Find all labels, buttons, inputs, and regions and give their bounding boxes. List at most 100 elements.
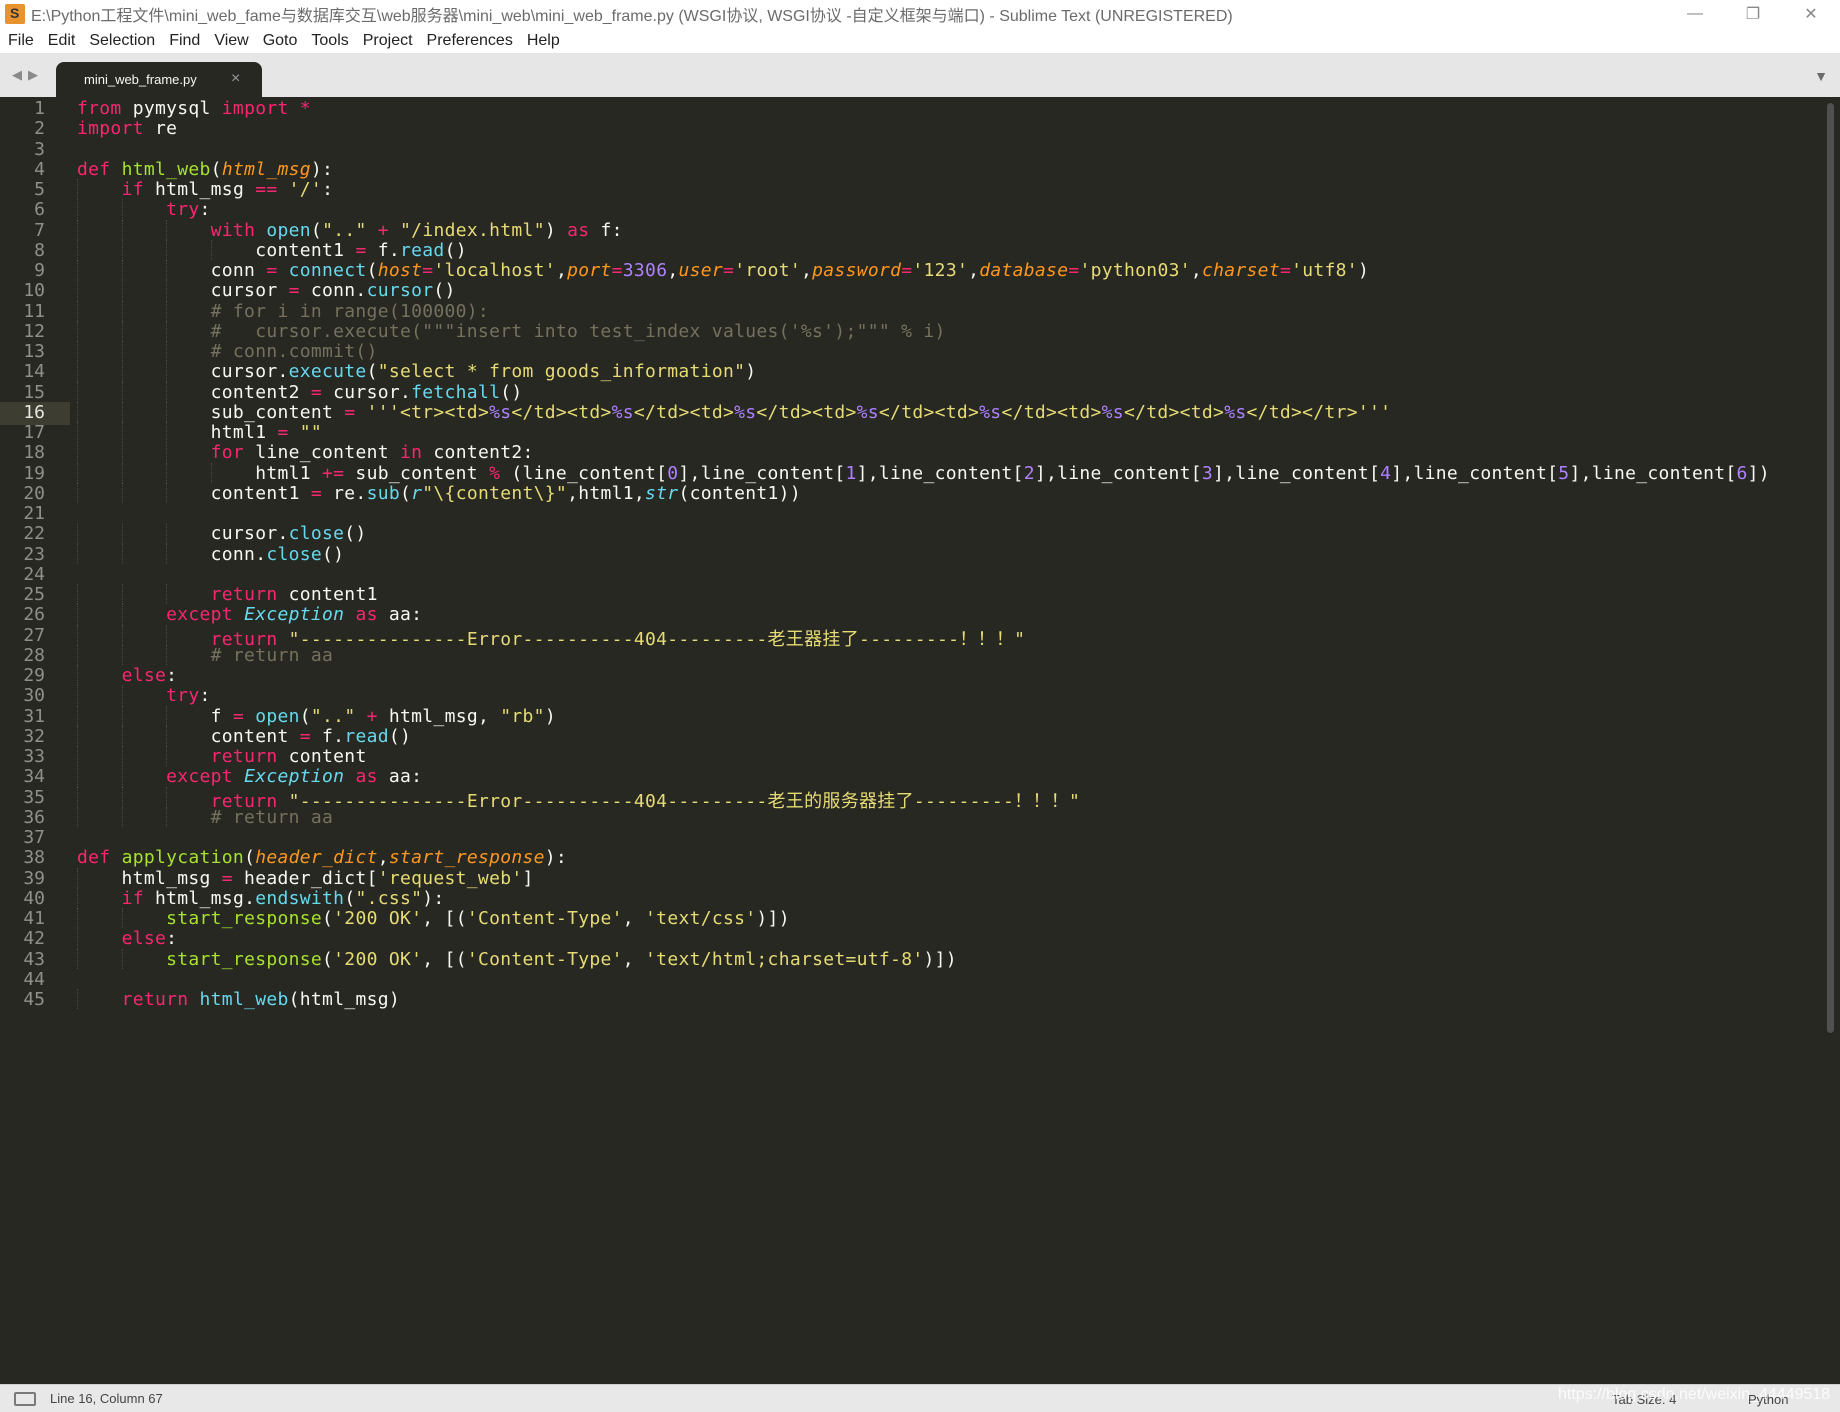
code-line[interactable]: try: (77, 685, 211, 706)
line-number: 23 (23, 543, 45, 565)
line-number: 12 (23, 320, 45, 342)
code-line[interactable]: if html_msg == '/': (77, 179, 333, 200)
line-number: 2 (34, 118, 45, 140)
minimize-button[interactable]: — (1666, 0, 1724, 28)
console-toggle-icon[interactable] (14, 1392, 36, 1406)
code-line[interactable]: # cursor.execute("""insert into test_ind… (77, 321, 946, 342)
line-number: 8 (34, 239, 45, 261)
code-line[interactable]: with open(".." + "/index.html") as f: (77, 220, 623, 241)
code-line[interactable]: cursor = conn.cursor() (77, 280, 456, 301)
code-line[interactable]: start_response('200 OK', [('Content-Type… (77, 949, 957, 970)
line-number: 32 (23, 725, 45, 747)
tab-mini-web-frame[interactable]: mini_web_frame.py × (56, 62, 262, 97)
menu-view[interactable]: View (207, 28, 255, 54)
tab-bar: ◀ ▶ mini_web_frame.py × ▼ (0, 54, 1840, 97)
menu-preferences[interactable]: Preferences (420, 28, 520, 54)
code-line[interactable]: except Exception as aa: (77, 604, 422, 625)
line-number: 40 (23, 887, 45, 909)
code-line[interactable]: from pymysql import * (77, 98, 311, 119)
line-number: 20 (23, 482, 45, 504)
menu-bar: File Edit Selection Find View Goto Tools… (0, 28, 1840, 54)
restore-button[interactable]: ❐ (1724, 0, 1782, 28)
line-number: 9 (34, 260, 45, 281)
line-number: 31 (23, 705, 45, 727)
line-number: 43 (23, 948, 45, 970)
code-editor[interactable]: 1 2 3 4 5 6 7 8 9 10 11 12 13 14 15 16 17 18 19 20 21 22 23 24 2… (0, 97, 1840, 1384)
line-number: 36 (23, 806, 45, 828)
line-number: 45 (23, 989, 45, 1010)
menu-file[interactable]: File (0, 28, 41, 54)
code-line[interactable]: try: (77, 199, 211, 220)
line-number: 3 (34, 138, 45, 160)
code-line[interactable]: for line_content in content2: (77, 442, 534, 463)
menu-selection[interactable]: Selection (82, 28, 162, 54)
line-number: 18 (23, 442, 45, 464)
code-line[interactable]: content2 = cursor.fetchall() (77, 382, 523, 403)
code-line[interactable]: def applycation(header_dict,start_respon… (77, 847, 567, 868)
tab-close-icon[interactable]: × (231, 70, 240, 88)
code-line[interactable]: content = f.read() (77, 726, 411, 747)
code-line[interactable]: f = open(".." + html_msg, "rb") (77, 706, 556, 727)
code-line[interactable]: conn = connect(host='localhost',port=330… (77, 260, 1369, 281)
line-number: 15 (23, 381, 45, 403)
code-line[interactable]: if html_msg.endswith(".css"): (77, 888, 445, 909)
line-number: 4 (34, 158, 45, 180)
watermark: https://blog.csdn.net/weixin_44449518 (1558, 1386, 1831, 1403)
code-line[interactable]: html1 = "" (77, 422, 322, 443)
line-number: 39 (23, 867, 45, 889)
line-number: 16 (23, 401, 45, 423)
line-number: 5 (34, 179, 45, 200)
line-number: 21 (23, 503, 45, 524)
line-number: 29 (23, 665, 45, 686)
menu-help[interactable]: Help (520, 28, 567, 54)
code-line[interactable]: # for i in range(100000): (77, 301, 489, 322)
code-line[interactable]: except Exception as aa: (77, 766, 422, 787)
line-number: 10 (23, 280, 45, 302)
code-line[interactable]: def html_web(html_msg): (77, 159, 333, 180)
code-line[interactable]: else: (77, 928, 177, 949)
scrollbar-thumb[interactable] (1827, 103, 1834, 1033)
code-line[interactable]: start_response('200 OK', [('Content-Type… (77, 908, 790, 929)
code-line[interactable]: html1 += sub_content % (line_content[0],… (77, 463, 1770, 484)
code-line[interactable]: else: (77, 665, 177, 686)
code-line[interactable]: html_msg = header_dict['request_web'] (77, 868, 534, 889)
forward-arrow-icon[interactable]: ▶ (28, 67, 38, 83)
menu-edit[interactable]: Edit (41, 28, 83, 54)
line-number: 14 (23, 361, 45, 383)
vertical-scrollbar[interactable] (1822, 97, 1840, 1384)
code-line[interactable]: return content1 (77, 584, 378, 605)
code-line[interactable]: conn.close() (77, 544, 344, 565)
line-number: 26 (23, 604, 45, 626)
code-line[interactable]: content1 = re.sub(r"\{content\}",html1,s… (77, 483, 801, 504)
code-line[interactable]: sub_content = '''<tr><td>%s</td><td>%s</… (77, 402, 1391, 423)
cursor-position: Line 16, Column 67 (50, 1391, 163, 1406)
menu-find[interactable]: Find (162, 28, 207, 54)
code-line[interactable]: content1 = f.read() (77, 240, 467, 261)
code-line[interactable]: cursor.close() (77, 523, 367, 544)
close-button[interactable]: ✕ (1782, 0, 1840, 28)
menu-goto[interactable]: Goto (256, 28, 305, 54)
line-number: 41 (23, 908, 45, 929)
line-number: 24 (23, 563, 45, 585)
code-line[interactable]: import re (77, 118, 177, 139)
menu-tools[interactable]: Tools (304, 28, 355, 54)
code-line[interactable]: # return aa (77, 645, 333, 666)
tab-navigation: ◀ ▶ (12, 67, 38, 83)
line-number: 38 (23, 847, 45, 869)
code-line[interactable]: return content (77, 746, 367, 767)
code-line[interactable]: # conn.commit() (77, 341, 378, 362)
code-line[interactable]: cursor.execute("select * from goods_info… (77, 361, 756, 382)
code-line[interactable]: return html_web(html_msg) (77, 989, 400, 1010)
code-line[interactable]: # return aa (77, 807, 333, 828)
line-number: 17 (23, 422, 45, 443)
line-number: 6 (34, 199, 45, 221)
menu-project[interactable]: Project (356, 28, 420, 54)
tab-label: mini_web_frame.py (84, 72, 197, 87)
line-number: 44 (23, 968, 45, 990)
tab-list-dropdown-icon[interactable]: ▼ (1814, 68, 1828, 84)
line-number: 30 (23, 685, 45, 707)
line-number: 28 (23, 644, 45, 666)
title-bar: E:\Python工程文件\mini_web_fame与数据库交互\web服务器… (0, 0, 1840, 28)
line-number: 13 (23, 341, 45, 362)
back-arrow-icon[interactable]: ◀ (12, 67, 22, 83)
